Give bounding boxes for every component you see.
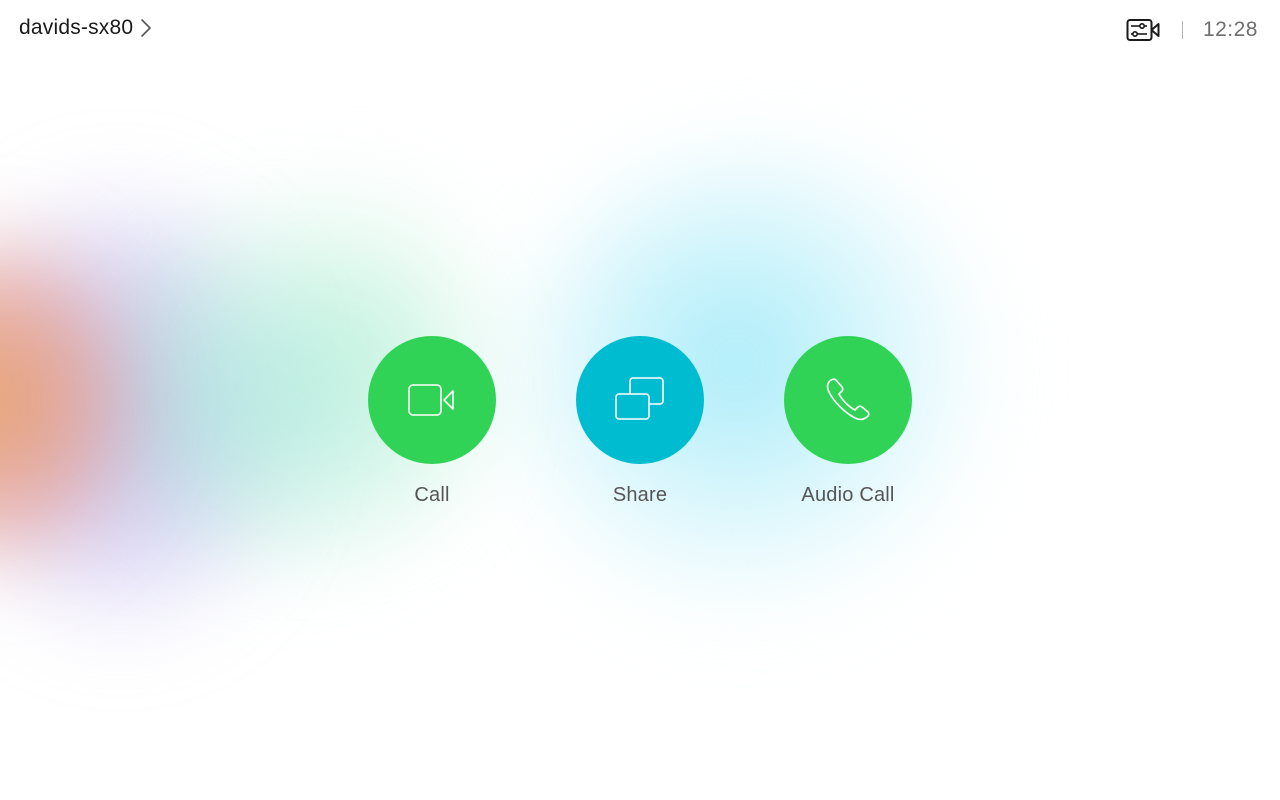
audio-call-button[interactable]: Audio Call — [758, 336, 938, 507]
share-circle[interactable] — [576, 336, 704, 464]
audio-call-circle[interactable] — [784, 336, 912, 464]
share-screens-icon — [615, 377, 664, 420]
action-buttons: Call Share Audio Call — [0, 336, 1280, 536]
call-label: Call — [414, 484, 450, 506]
chevron-right-icon — [141, 19, 152, 37]
home-screen: davids-sx80 12:28 Call Share Audio Call — [0, 0, 1280, 800]
audio-call-label: Audio Call — [801, 484, 895, 506]
call-button[interactable]: Call — [342, 336, 522, 507]
share-button[interactable]: Share — [550, 336, 730, 507]
call-circle[interactable] — [368, 336, 496, 464]
camera-settings-icon[interactable] — [1126, 16, 1160, 44]
status-divider — [1181, 21, 1183, 39]
device-name-label: davids-sx80 — [19, 16, 134, 39]
status-bar: 12:28 — [1126, 14, 1258, 46]
clock: 12:28 — [1202, 18, 1258, 41]
device-name-button[interactable]: davids-sx80 — [19, 16, 153, 40]
phone-handset-icon — [826, 378, 870, 421]
share-label: Share — [612, 484, 668, 506]
video-camera-icon — [408, 384, 454, 416]
